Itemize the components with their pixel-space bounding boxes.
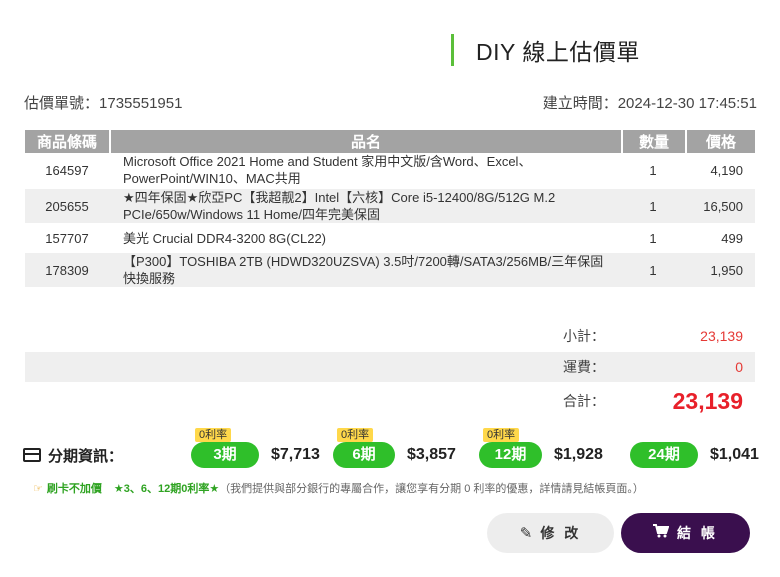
pointing-hand-icon: ☞ [33, 483, 43, 495]
installment-amount: $1,041 [710, 446, 759, 463]
table-row: 164597 Microsoft Office 2021 Home and St… [25, 153, 755, 189]
subtotal-row: 小計： 23,139 [25, 321, 755, 351]
item-price: 4,190 [685, 153, 755, 189]
created-time-label: 建立時間： [542, 95, 618, 112]
installment-term: 6期 [333, 442, 395, 468]
header-code: 商品條碼 [25, 130, 109, 153]
created-time: 建立時間：2024-12-30 17:45:51 [543, 92, 757, 113]
quote-number-label: 估價單號： [24, 95, 100, 112]
shipping-row: 運費： 0 [25, 352, 755, 382]
installment-info: 分期資訊： 0利率 3期 $7,713 0利率 6期 $3,857 0利率 12… [23, 428, 763, 470]
installment-title: 分期資訊： [48, 447, 124, 465]
note-highlight: ★3、6、12期0利率★ [113, 483, 220, 495]
installment-plan-3: 0利率 3期 $7,713 [191, 428, 320, 470]
header-name: 品名 [109, 130, 621, 153]
item-price: 499 [685, 225, 755, 253]
total-label: 合計： [563, 393, 605, 409]
checkout-button-label: 結 帳 [677, 525, 718, 541]
checkout-button[interactable]: 結 帳 [621, 513, 750, 553]
item-code: 164597 [25, 153, 109, 189]
note-prefix: 刷卡不加價 [46, 483, 102, 495]
item-name: ★四年保固★欣亞PC【我超靓2】Intel【六核】Core i5-12400/8… [109, 189, 621, 225]
installment-amount: $3,857 [407, 446, 456, 463]
item-price: 1,950 [685, 253, 755, 289]
pencil-icon: ✎ [519, 525, 533, 542]
installment-note: ☞ 刷卡不加價 ★3、6、12期0利率★（我們提供與部分銀行的專屬合作，讓您享有分期… [33, 480, 644, 496]
item-qty: 1 [621, 253, 685, 289]
installment-plan-12: 0利率 12期 $1,928 [479, 428, 603, 470]
zero-rate-badge: 0利率 [483, 428, 520, 442]
installment-amount: $1,928 [554, 446, 603, 463]
note-text: （我們提供與部分銀行的專屬合作，讓您享有分期 0 利率的優惠，詳情請見結帳頁面。… [219, 483, 644, 495]
installment-amount: $7,713 [271, 446, 320, 463]
zero-rate-badge: 0利率 [195, 428, 232, 442]
created-time-value: 2024-12-30 17:45:51 [617, 95, 757, 112]
installment-term: 24期 [630, 442, 698, 468]
installment-term: 3期 [191, 442, 259, 468]
title-accent-bar [451, 34, 454, 66]
header-price: 價格 [685, 130, 755, 153]
table-row: 205655 ★四年保固★欣亞PC【我超靓2】Intel【六核】Core i5-… [25, 189, 755, 225]
zero-rate-badge: 0利率 [337, 428, 374, 442]
table-header-row: 商品條碼 品名 數量 價格 [25, 130, 755, 153]
item-qty: 1 [621, 225, 685, 253]
edit-button-label: 修 改 [540, 525, 582, 541]
installment-plan-24: 24期 $1,041 [630, 440, 759, 470]
cart-icon [653, 524, 670, 542]
total-value: 23,139 [672, 387, 743, 414]
table-row: 178309 【P300】TOSHIBA 2TB (HDWD320UZSVA) … [25, 253, 755, 289]
credit-card-icon [23, 448, 41, 462]
table-row: 157707 美光 Crucial DDR4-3200 8G(CL22) 1 4… [25, 225, 755, 253]
header-qty: 數量 [621, 130, 685, 153]
installment-plan-6: 0利率 6期 $3,857 [333, 428, 456, 470]
total-row: 合計： 23,139 [25, 386, 755, 416]
edit-button[interactable]: ✎ 修 改 [487, 513, 614, 553]
quote-number-value: 1735551951 [99, 95, 183, 112]
item-qty: 1 [621, 189, 685, 225]
item-name: 美光 Crucial DDR4-3200 8G(CL22) [109, 225, 621, 253]
item-name: Microsoft Office 2021 Home and Student 家… [109, 153, 621, 189]
item-code: 205655 [25, 189, 109, 225]
page-title-wrap: DIY 線上估價單 [451, 34, 640, 66]
item-price: 16,500 [685, 189, 755, 225]
quote-number: 估價單號：1735551951 [24, 92, 182, 113]
item-code: 157707 [25, 225, 109, 253]
item-code: 178309 [25, 253, 109, 289]
subtotal-label: 小計： [563, 328, 605, 344]
installment-term: 12期 [479, 442, 542, 468]
shipping-value: 0 [735, 359, 743, 375]
shipping-label: 運費： [563, 359, 605, 375]
item-qty: 1 [621, 153, 685, 189]
quote-items-table: 商品條碼 品名 數量 價格 164597 Microsoft Office 20… [25, 130, 755, 289]
subtotal-value: 23,139 [700, 328, 743, 344]
item-name: 【P300】TOSHIBA 2TB (HDWD320UZSVA) 3.5吋/72… [109, 253, 621, 289]
page-title: DIY 線上估價單 [476, 39, 640, 65]
